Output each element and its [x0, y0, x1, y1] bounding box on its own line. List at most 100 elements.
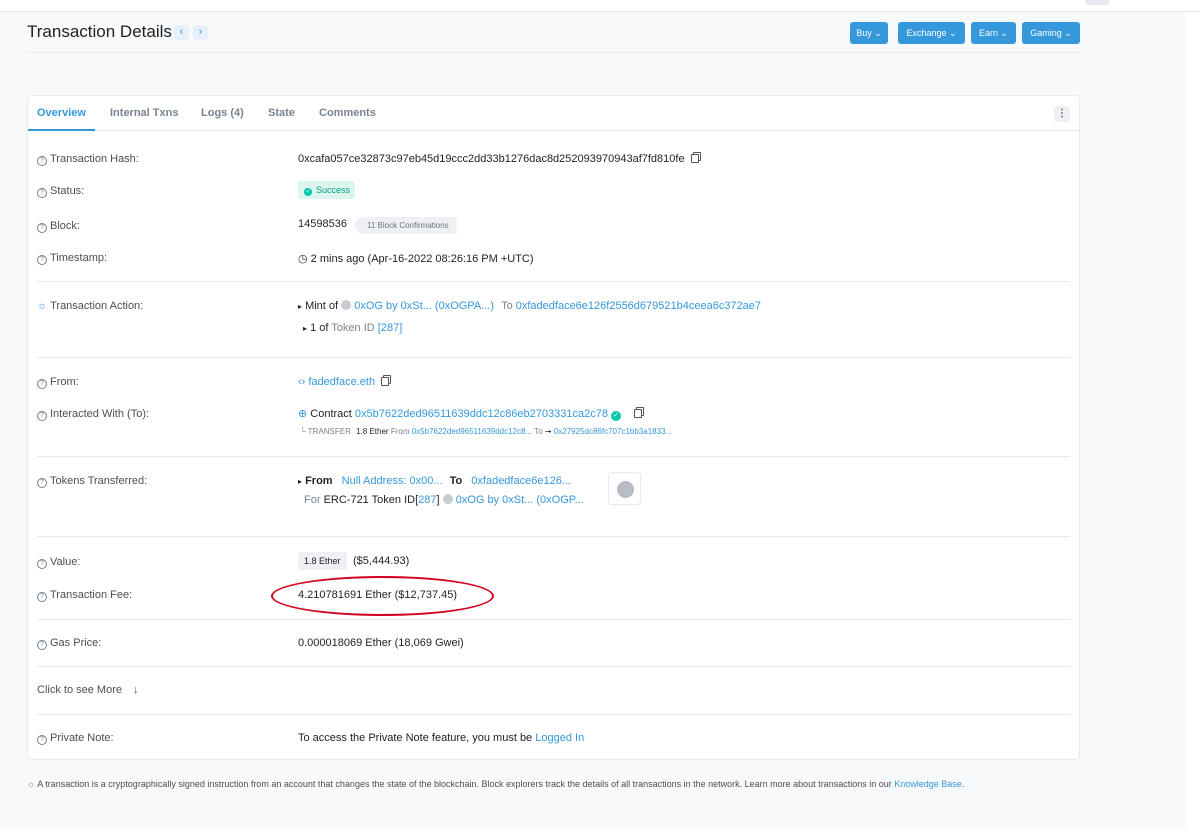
gas-label: ? Gas Price:	[37, 637, 101, 650]
login-link[interactable]: Logged In	[535, 732, 584, 744]
divider	[37, 666, 1070, 667]
question-icon: ?	[37, 255, 47, 265]
chevron-left-icon: ‹	[179, 26, 184, 38]
divider	[37, 619, 1070, 620]
top-strip	[0, 0, 1200, 12]
tx-action-label: ☼ Transaction Action:	[37, 300, 144, 312]
chevron-down-icon: ⌄	[874, 28, 882, 38]
caret-right-icon: ▸	[298, 477, 303, 486]
tokens-transfer-line: ▸ From Null Address: 0x00... To 0xfadedf…	[298, 475, 571, 487]
copy-icon[interactable]	[690, 154, 699, 163]
chevron-down-icon: ⌄	[949, 28, 957, 38]
tab-internal-txns[interactable]: Internal Txns	[110, 107, 178, 119]
clock-icon: ◷	[298, 253, 308, 265]
status-label: ? Status:	[37, 185, 84, 198]
tokens-label: ? Tokens Transferred:	[37, 475, 147, 488]
more-options-button[interactable]: ⋮	[1054, 106, 1070, 122]
question-icon: ?	[37, 478, 47, 488]
copy-icon[interactable]	[634, 409, 643, 418]
token-id-link[interactable]: [287]	[378, 322, 402, 334]
question-icon: ?	[37, 592, 47, 602]
lightbulb-icon: ☼	[27, 779, 36, 789]
divider	[37, 714, 1070, 715]
value-label: ? Value:	[37, 556, 80, 569]
header-divider	[27, 52, 1080, 53]
nft-token-link[interactable]: 0xOG by 0xSt... (0xOGP...	[456, 494, 584, 506]
copy-icon[interactable]	[381, 377, 390, 386]
tab-bar: Overview Internal Txns Logs (4) State Co…	[28, 96, 1079, 131]
block-label: ? Block:	[37, 220, 80, 233]
chevron-down-icon: ⌄	[1000, 28, 1009, 38]
question-icon: ?	[37, 559, 47, 569]
search-contract-icon: ⊕	[298, 408, 308, 420]
tx-hash-value: 0xcafa057ce32873c97eb45d19ccc2dd33b1276d…	[298, 153, 699, 165]
buy-button[interactable]: Buy ⌄	[850, 22, 888, 44]
active-tab-indicator	[28, 129, 95, 131]
to-address-link[interactable]: 0xfadedface6e126f2556d679521b4ceea6c372a…	[516, 300, 761, 312]
nft-thumbnail[interactable]	[608, 472, 641, 505]
from-label: ? From:	[37, 376, 79, 389]
token-from-link[interactable]: Null Address: 0x00...	[342, 475, 443, 487]
tx-hash-label: ? Transaction Hash:	[37, 153, 139, 166]
arrow-down-icon: ↓	[133, 684, 139, 696]
from-value: ‹› fadedface.eth	[298, 376, 390, 388]
tab-logs[interactable]: Logs (4)	[201, 107, 244, 119]
divider	[37, 456, 1070, 457]
token-icon	[341, 300, 352, 310]
ethereum-icon	[617, 481, 634, 498]
ens-icon: ‹›	[298, 376, 306, 388]
highlight-annotation	[271, 576, 494, 616]
next-button[interactable]: ›	[193, 25, 208, 40]
token-link[interactable]: 0xOG by 0xSt... (0xOGPA...)	[354, 300, 494, 312]
see-more-link[interactable]: Click to see More ↓	[37, 684, 139, 696]
chevron-right-icon: ›	[198, 26, 203, 38]
transfer-to-link[interactable]: 0x27925dc86fc707c1bb3a1833...	[554, 427, 672, 436]
token-to-link[interactable]: 0xfadedface6e126...	[471, 475, 571, 487]
block-number-link[interactable]: 14598536	[298, 218, 347, 230]
question-icon: ?	[37, 411, 47, 421]
internal-transfer: └ TRANSFER 1.8 Ether From 0x5b7622ded965…	[300, 427, 673, 436]
value-ether-badge: 1.8 Ether	[298, 552, 347, 570]
timestamp-label: ? Timestamp:	[37, 252, 107, 265]
question-icon: ?	[37, 188, 47, 198]
tx-action-value: ▸ Mint of 0xOG by 0xSt... (0xOGPA...) To…	[298, 300, 762, 312]
divider	[37, 357, 1070, 358]
tx-action-token-id: ▸ 1 of Token ID [287]	[303, 322, 403, 334]
verified-icon: ✓	[611, 411, 622, 421]
footer-note: ☼ A transaction is a cryptographically s…	[27, 779, 965, 789]
knowledge-base-link[interactable]: Knowledge Base	[894, 779, 962, 789]
interacted-value: ⊕ Contract 0x5b7622ded96511639ddc12c86eb…	[298, 407, 643, 421]
transaction-card: Overview Internal Txns Logs (4) State Co…	[27, 95, 1080, 760]
page-title: Transaction Details	[27, 22, 172, 41]
question-icon: ?	[37, 156, 47, 166]
fee-label: ? Transaction Fee:	[37, 589, 132, 602]
caret-right-icon: ▸	[298, 302, 303, 311]
right-strip	[1186, 12, 1200, 828]
question-icon: ?	[37, 223, 47, 233]
exchange-button[interactable]: Exchange ⌄	[898, 22, 965, 44]
prev-button[interactable]: ‹	[174, 25, 189, 40]
chevron-down-icon: ⌄	[1064, 28, 1072, 38]
confirmations-badge: 11 Block Confirmations	[353, 217, 457, 234]
status-badge: ✓ Success	[298, 181, 355, 199]
transfer-from-link[interactable]: 0x5b7622ded96511639ddc12c8...	[412, 427, 532, 436]
tab-state[interactable]: State	[268, 107, 295, 119]
question-icon: ?	[37, 640, 47, 650]
private-note-label: ? Private Note:	[37, 732, 114, 745]
tab-overview[interactable]: Overview	[37, 107, 86, 119]
tab-comments[interactable]: Comments	[319, 107, 376, 119]
gas-value: 0.000018069 Ether (18,069 Gwei)	[298, 637, 464, 649]
divider	[37, 281, 1070, 282]
contract-address-link[interactable]: 0x5b7622ded96511639ddc12c86eb2703331ca2c…	[355, 408, 608, 420]
interacted-label: ? Interacted With (To):	[37, 408, 149, 421]
divider	[37, 536, 1070, 537]
from-address-link[interactable]: fadedface.eth	[308, 376, 375, 388]
earn-button[interactable]: Earn ⌄	[971, 22, 1016, 44]
nft-id-link[interactable]: 287	[418, 494, 436, 506]
lightbulb-icon: ☼	[37, 300, 48, 312]
token-icon	[442, 494, 453, 504]
question-icon: ?	[37, 379, 47, 389]
tokens-for-line: For ERC-721 Token ID[287] 0xOG by 0xSt..…	[304, 494, 584, 506]
gaming-button[interactable]: Gaming ⌄	[1022, 22, 1080, 44]
arrow-right-icon: ➞	[544, 427, 552, 436]
